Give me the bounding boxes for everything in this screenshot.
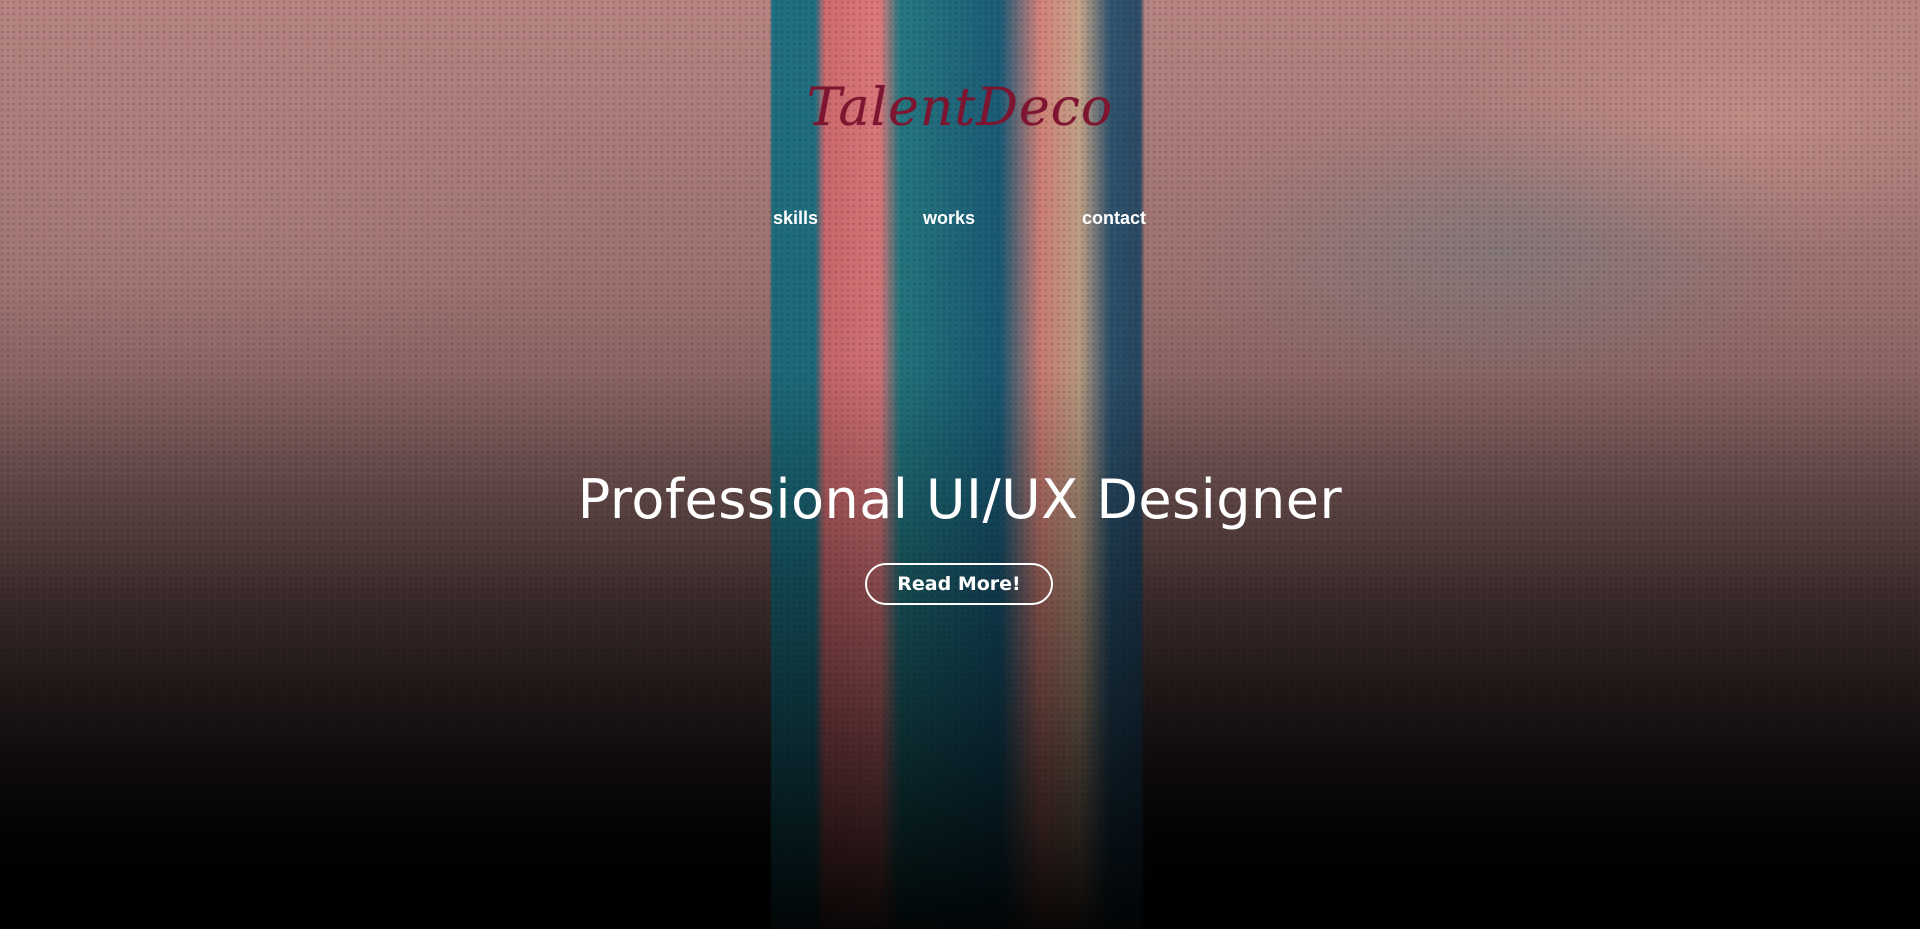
nav-item-skills[interactable]: skills bbox=[773, 208, 818, 229]
dark-gradient-overlay bbox=[0, 0, 1920, 929]
nav-item-works[interactable]: works bbox=[923, 208, 975, 229]
hero-headline: Professional UI/UX Designer bbox=[577, 468, 1343, 531]
nav-item-contact[interactable]: contact bbox=[1082, 208, 1146, 229]
site-logo[interactable]: TalentDeco bbox=[0, 78, 1920, 138]
hero-section: TalentDeco skills works contact Professi… bbox=[0, 0, 1920, 929]
read-more-button[interactable]: Read More! bbox=[865, 563, 1053, 605]
main-nav: skills works contact bbox=[0, 208, 1920, 238]
